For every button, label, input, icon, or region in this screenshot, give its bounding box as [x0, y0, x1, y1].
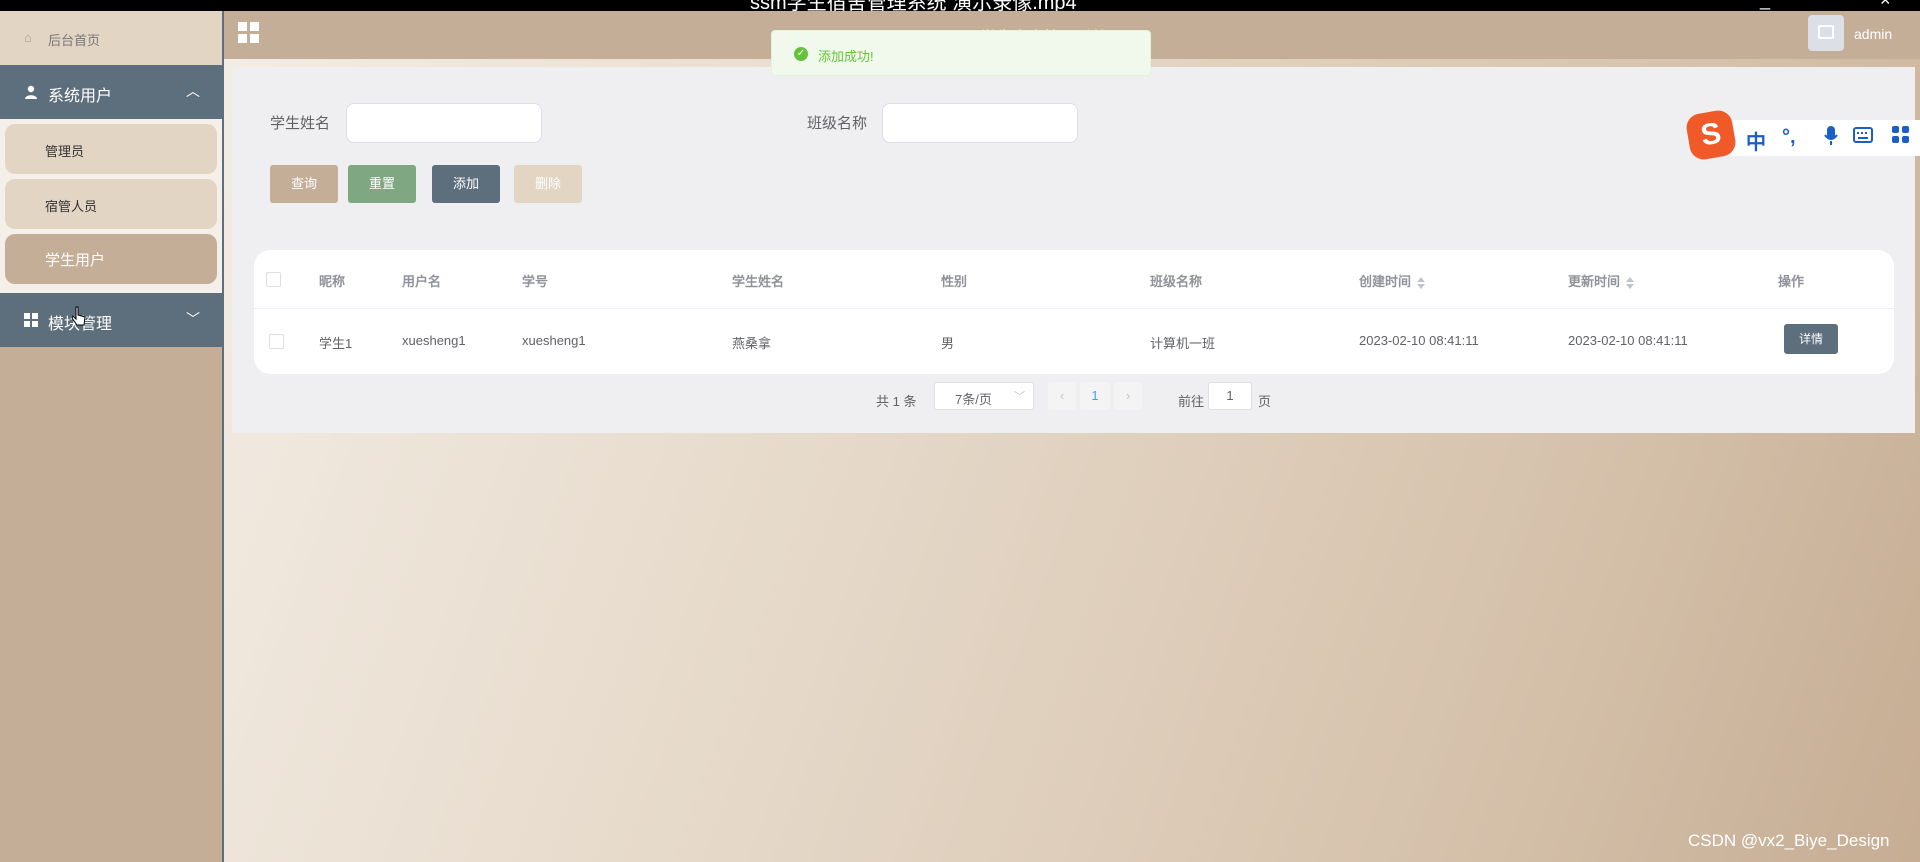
toast-message: 添加成功!: [818, 49, 874, 64]
image-icon: [1818, 25, 1834, 39]
col-nickname: 昵称: [319, 274, 346, 289]
col-created[interactable]: 创建时间: [1359, 271, 1426, 290]
student-name-input[interactable]: [346, 103, 542, 143]
col-created-label: 创建时间: [1359, 274, 1412, 289]
col-username: 用户名: [402, 274, 442, 289]
next-page-button[interactable]: ›: [1114, 382, 1142, 410]
sidebar-item-label: 后台首页: [48, 33, 101, 48]
grid-icon: [24, 313, 38, 327]
ime-toolbar: S 中 °,: [1684, 108, 1920, 164]
page-number-current[interactable]: 1: [1080, 382, 1110, 410]
user-icon: [24, 85, 38, 99]
mouse-cursor-icon: [71, 306, 86, 326]
col-actions: 操作: [1778, 274, 1805, 289]
sidebar-item-label: 管理员: [45, 144, 85, 159]
class-name-input[interactable]: [882, 103, 1078, 143]
ime-punct-toggle[interactable]: °,: [1782, 126, 1796, 149]
cell-student-no: xuesheng1: [522, 333, 586, 348]
cell-student-name: 燕桑拿: [732, 336, 772, 351]
video-title: ssm学生宿舍管理系统 演示录像.mp4: [750, 0, 1077, 11]
ime-lang-toggle[interactable]: 中: [1746, 126, 1766, 155]
select-all-checkbox[interactable]: [266, 272, 281, 287]
goto-page-input[interactable]: 1: [1208, 382, 1252, 410]
chevron-down-icon: ﹀: [186, 311, 200, 327]
data-table: 昵称 用户名 学号 学生姓名 性别 班级名称 创建时间 更新时间 操作 学生1 …: [254, 250, 1894, 374]
username[interactable]: admin: [1854, 26, 1892, 42]
goto-label: 前往: [1178, 394, 1205, 409]
sidebar-item-student-users[interactable]: 学生用户: [5, 234, 217, 284]
cell-nickname: 学生1: [319, 336, 353, 351]
sort-icon[interactable]: [1626, 276, 1635, 289]
reset-button[interactable]: 重置: [348, 165, 416, 203]
chevron-left-icon: ‹: [1059, 388, 1065, 403]
col-updated[interactable]: 更新时间: [1568, 271, 1635, 290]
menu-toggle-icon[interactable]: [238, 22, 260, 44]
minimize-icon[interactable]: _: [1760, 0, 1770, 11]
sidebar-item-admin[interactable]: 管理员: [5, 124, 217, 174]
cell-username: xuesheng1: [402, 333, 466, 348]
chevron-up-icon: ︿: [186, 83, 200, 99]
add-button[interactable]: 添加: [432, 165, 500, 203]
sogou-logo-icon[interactable]: S: [1684, 108, 1738, 162]
sidebar-item-label: 宿管人员: [45, 199, 98, 214]
cell-updated: 2023-02-10 08:41:11: [1568, 333, 1688, 348]
page-size-select[interactable]: 7条/页 ﹀: [934, 382, 1034, 410]
chevron-down-icon: ﹀: [1014, 391, 1025, 403]
chevron-right-icon: ›: [1125, 388, 1131, 403]
delete-button[interactable]: 删除: [514, 165, 582, 203]
query-button[interactable]: 查询: [270, 165, 338, 203]
home-icon: ⌂: [24, 30, 32, 45]
cell-class-name: 计算机一班: [1150, 336, 1216, 351]
main-content: 学生姓名 班级名称 查询 重置 添加 删除 昵称 用户名 学号 学生姓名 性别 …: [224, 59, 1920, 862]
prev-page-button[interactable]: ‹: [1048, 382, 1076, 410]
content-panel: 学生姓名 班级名称 查询 重置 添加 删除 昵称 用户名 学号 学生姓名 性别 …: [232, 67, 1915, 433]
col-gender: 性别: [941, 274, 968, 289]
table-row: 学生1 xuesheng1 xuesheng1 燕桑拿 男 计算机一班 2023…: [254, 309, 1894, 374]
sidebar-group-modules[interactable]: 模块管理 ﹀: [0, 293, 222, 347]
student-name-label: 学生姓名: [270, 115, 331, 132]
row-checkbox[interactable]: [269, 334, 284, 349]
avatar[interactable]: [1808, 15, 1844, 51]
keyboard-icon[interactable]: [1853, 126, 1873, 149]
sidebar-group-label: 系统用户: [48, 88, 113, 105]
ime-bar: [1706, 120, 1920, 156]
sidebar: ⌂ 后台首页 系统用户 ︿ 管理员 宿管人员 学生用户 模块管理 ﹀: [0, 11, 224, 862]
sidebar-item-label: 学生用户: [45, 252, 106, 269]
page-size-value: 7条/页: [955, 392, 992, 407]
sort-icon[interactable]: [1417, 276, 1426, 289]
watermark: CSDN @vx2_Biye_Design: [1688, 831, 1890, 850]
col-class-name: 班级名称: [1150, 274, 1203, 289]
col-student-name: 学生姓名: [732, 274, 785, 289]
sidebar-group-system-users[interactable]: 系统用户 ︿: [0, 65, 222, 119]
detail-button[interactable]: 详情: [1784, 324, 1838, 354]
close-icon[interactable]: ×: [1880, 0, 1891, 11]
pagination-total: 共 1 条: [876, 394, 917, 409]
success-toast: ✓ 添加成功!: [771, 30, 1151, 76]
sidebar-item-dorm-staff[interactable]: 宿管人员: [5, 179, 217, 229]
video-titlebar: ssm学生宿舍管理系统 演示录像.mp4 _ ×: [0, 0, 1920, 11]
page-suffix: 页: [1258, 394, 1272, 409]
col-student-no: 学号: [522, 274, 549, 289]
table-header: 昵称 用户名 学号 学生姓名 性别 班级名称 创建时间 更新时间 操作: [254, 250, 1894, 309]
class-name-label: 班级名称: [807, 115, 868, 132]
microphone-icon[interactable]: [1824, 126, 1838, 152]
cell-gender: 男: [941, 336, 955, 351]
col-updated-label: 更新时间: [1568, 274, 1621, 289]
sidebar-item-home[interactable]: ⌂ 后台首页: [0, 11, 222, 65]
check-circle-icon: ✓: [794, 47, 808, 61]
cell-created: 2023-02-10 08:41:11: [1359, 333, 1479, 348]
toolbox-icon[interactable]: [1892, 126, 1910, 150]
